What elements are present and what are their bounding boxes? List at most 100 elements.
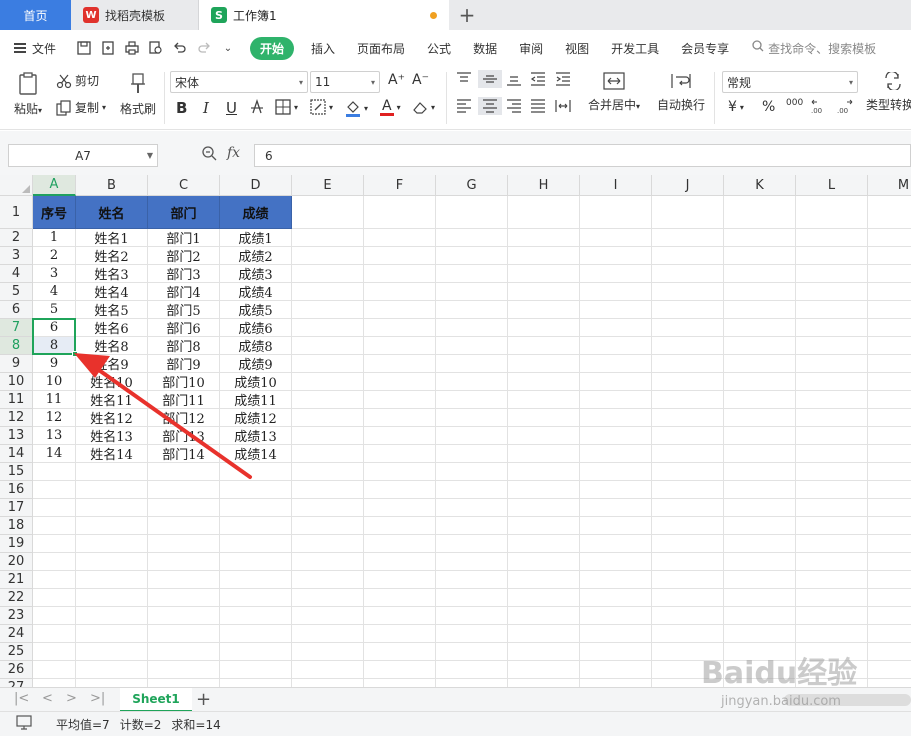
cell-c26[interactable] <box>148 661 220 679</box>
cell-h18[interactable] <box>508 517 580 535</box>
cell-i14[interactable] <box>580 445 652 463</box>
cell-h14[interactable] <box>508 445 580 463</box>
cell-f7[interactable] <box>364 319 436 337</box>
cell-k11[interactable] <box>724 391 796 409</box>
cell-f10[interactable] <box>364 373 436 391</box>
cell-i4[interactable] <box>580 265 652 283</box>
cell-j1[interactable] <box>652 196 724 229</box>
column-header-a[interactable]: A <box>33 175 76 196</box>
cell-h3[interactable] <box>508 247 580 265</box>
cell-g23[interactable] <box>436 607 508 625</box>
cell-i11[interactable] <box>580 391 652 409</box>
cell-a17[interactable] <box>33 499 76 517</box>
cell-h27[interactable] <box>508 679 580 687</box>
column-header-h[interactable]: H <box>508 175 580 196</box>
cell-d22[interactable] <box>220 589 292 607</box>
cell-a9[interactable]: 9 <box>33 355 76 373</box>
row-header-6[interactable]: 6 <box>0 301 33 319</box>
decrease-indent-button[interactable] <box>530 72 546 86</box>
cell-j7[interactable] <box>652 319 724 337</box>
row-header-24[interactable]: 24 <box>0 625 33 643</box>
cell-e13[interactable] <box>292 427 364 445</box>
cell-k9[interactable] <box>724 355 796 373</box>
cell-g2[interactable] <box>436 229 508 247</box>
cell-h20[interactable] <box>508 553 580 571</box>
menu-developer[interactable]: 开发工具 <box>600 40 670 57</box>
column-header-g[interactable]: G <box>436 175 508 196</box>
cell-g18[interactable] <box>436 517 508 535</box>
cell-i1[interactable] <box>580 196 652 229</box>
cell-f26[interactable] <box>364 661 436 679</box>
cell-l14[interactable] <box>796 445 868 463</box>
cell-e20[interactable] <box>292 553 364 571</box>
column-header-j[interactable]: J <box>652 175 724 196</box>
cell-b14[interactable]: 姓名14 <box>76 445 148 463</box>
cell-g3[interactable] <box>436 247 508 265</box>
cell-m10[interactable] <box>868 373 911 391</box>
new-tab-button[interactable]: + <box>449 0 485 30</box>
cell-a22[interactable] <box>33 589 76 607</box>
distribute-button[interactable] <box>555 99 571 113</box>
cell-c13[interactable]: 部门13 <box>148 427 220 445</box>
cell-h2[interactable] <box>508 229 580 247</box>
clear-button[interactable]: ▾ <box>412 99 435 115</box>
menu-formulas[interactable]: 公式 <box>416 40 462 57</box>
cell-a19[interactable] <box>33 535 76 553</box>
cell-d8[interactable]: 成绩8 <box>220 337 292 355</box>
cell-l15[interactable] <box>796 463 868 481</box>
cell-b21[interactable] <box>76 571 148 589</box>
cell-c25[interactable] <box>148 643 220 661</box>
justify-button[interactable] <box>530 99 546 113</box>
cell-c8[interactable]: 部门8 <box>148 337 220 355</box>
cell-l12[interactable] <box>796 409 868 427</box>
cell-e8[interactable] <box>292 337 364 355</box>
zoom-icon[interactable] <box>201 145 217 165</box>
cell-j6[interactable] <box>652 301 724 319</box>
row-header-13[interactable]: 13 <box>0 427 33 445</box>
column-header-e[interactable]: E <box>292 175 364 196</box>
cell-i16[interactable] <box>580 481 652 499</box>
cell-g24[interactable] <box>436 625 508 643</box>
cell-f22[interactable] <box>364 589 436 607</box>
column-header-b[interactable]: B <box>76 175 148 196</box>
cell-c22[interactable] <box>148 589 220 607</box>
cell-j17[interactable] <box>652 499 724 517</box>
cell-f19[interactable] <box>364 535 436 553</box>
sheet-tab-sheet1[interactable]: Sheet1 <box>120 688 192 712</box>
cell-i8[interactable] <box>580 337 652 355</box>
paste-button[interactable]: 粘贴▾ <box>14 72 42 117</box>
cell-k24[interactable] <box>724 625 796 643</box>
cell-m21[interactable] <box>868 571 911 589</box>
cell-i12[interactable] <box>580 409 652 427</box>
cell-l8[interactable] <box>796 337 868 355</box>
cell-l18[interactable] <box>796 517 868 535</box>
cell-g21[interactable] <box>436 571 508 589</box>
cell-d27[interactable] <box>220 679 292 687</box>
row-header-11[interactable]: 11 <box>0 391 33 409</box>
cell-d10[interactable]: 成绩10 <box>220 373 292 391</box>
cell-k10[interactable] <box>724 373 796 391</box>
cell-h11[interactable] <box>508 391 580 409</box>
cell-f6[interactable] <box>364 301 436 319</box>
add-sheet-button[interactable]: + <box>196 689 211 710</box>
cell-l20[interactable] <box>796 553 868 571</box>
cell-l9[interactable] <box>796 355 868 373</box>
copy-button[interactable]: 复制 ▾ <box>56 99 106 116</box>
last-sheet-icon[interactable]: >| <box>90 691 105 706</box>
next-sheet-icon[interactable]: > <box>66 691 77 706</box>
row-header-27[interactable]: 27 <box>0 679 33 687</box>
cell-d3[interactable]: 成绩2 <box>220 247 292 265</box>
cell-g1[interactable] <box>436 196 508 229</box>
row-header-19[interactable]: 19 <box>0 535 33 553</box>
row-header-9[interactable]: 9 <box>0 355 33 373</box>
cell-d11[interactable]: 成绩11 <box>220 391 292 409</box>
cell-b27[interactable] <box>76 679 148 687</box>
cell-f9[interactable] <box>364 355 436 373</box>
cell-b11[interactable]: 姓名11 <box>76 391 148 409</box>
save-icon[interactable] <box>76 40 92 56</box>
menu-review[interactable]: 审阅 <box>508 40 554 57</box>
cell-k23[interactable] <box>724 607 796 625</box>
cell-g5[interactable] <box>436 283 508 301</box>
cell-d19[interactable] <box>220 535 292 553</box>
cell-j21[interactable] <box>652 571 724 589</box>
